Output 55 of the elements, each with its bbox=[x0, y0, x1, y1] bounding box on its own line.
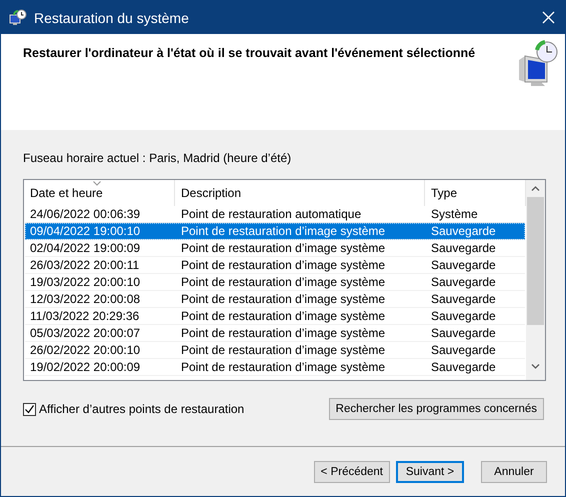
table-cell-text: 05/03/2022 20:00:07 bbox=[29, 325, 142, 341]
checkbox[interactable] bbox=[23, 402, 36, 416]
table-cell-text: Sauvegarde bbox=[430, 240, 497, 256]
scrollbar-thumb[interactable] bbox=[527, 197, 544, 325]
table-cell-text: 24/06/2022 00:06:39 bbox=[29, 206, 142, 222]
table-row[interactable]: 02/04/2022 19:00:09 Point de restauration d’image système Sauvegarde bbox=[25, 240, 525, 257]
table-row[interactable]: 12/03/2022 20:00:08 Point de restauration d’image système Sauvegarde bbox=[25, 291, 525, 308]
timezone-label: Fuseau horaire actuel : Paris, Madrid (heure d’été) bbox=[23, 151, 292, 165]
table-cell-text: 26/02/2022 20:00:10 bbox=[29, 342, 142, 358]
system-restore-icon bbox=[517, 40, 559, 88]
table-cell-text: Sauvegarde bbox=[430, 325, 497, 341]
table-row[interactable]: 11/03/2022 20:29:36 Point de restauration d’image système Sauvegarde bbox=[25, 308, 525, 325]
window-title: Restauration du système bbox=[34, 10, 190, 26]
page-heading: Restaurer l'ordinateur à l'état où il se trouvait avant l'événement sélectionné bbox=[23, 46, 476, 62]
table-cell-text: Point de restauration d’image système bbox=[180, 240, 386, 256]
column-header[interactable]: Date et heure bbox=[24, 180, 175, 206]
table-cell-text: 19/02/2022 20:00:09 bbox=[29, 359, 142, 375]
table-cell-text: Sauvegarde bbox=[430, 223, 497, 239]
table-cell-text: Sauvegarde bbox=[430, 342, 497, 358]
table-cell-text: Point de restauration d’image système bbox=[180, 223, 386, 239]
table-cell-text: 02/04/2022 19:00:09 bbox=[29, 240, 142, 256]
table-cell-text: Point de restauration d’image système bbox=[180, 274, 386, 290]
table-cell-text: Sauvegarde bbox=[430, 291, 497, 307]
table-cell-text: Sauvegarde bbox=[430, 257, 497, 273]
table-row[interactable]: 09/04/2022 19:00:10 Point de restauration d’image système Sauvegarde bbox=[25, 223, 525, 240]
table-cell-text: Point de restauration automatique bbox=[180, 206, 362, 222]
back-button[interactable]: < Précédent bbox=[314, 461, 390, 483]
scrollbar[interactable] bbox=[526, 180, 545, 380]
system-restore-icon bbox=[9, 8, 27, 26]
next-button[interactable]: Suivant > bbox=[396, 461, 464, 483]
sort-descending-icon bbox=[93, 181, 101, 186]
cancel-button[interactable]: Annuler bbox=[481, 461, 547, 483]
table-cell-text: 12/03/2022 20:00:08 bbox=[29, 291, 142, 307]
table-cell-text: Sauvegarde bbox=[430, 308, 497, 324]
table-cell-text: Sauvegarde bbox=[430, 359, 497, 375]
checkbox-label[interactable]: Afficher d’autres points de restauration bbox=[39, 402, 244, 416]
column-header[interactable]: Description bbox=[175, 180, 425, 206]
table-cell-text: Système bbox=[430, 206, 479, 222]
table-cell-text: Point de restauration d’image système bbox=[180, 325, 386, 341]
table-cell-text: 26/03/2022 20:00:11 bbox=[29, 257, 140, 273]
table-row[interactable]: 26/02/2022 20:00:10 Point de restauration d’image système Sauvegarde bbox=[25, 342, 525, 359]
table-row[interactable]: 05/03/2022 20:00:07 Point de restauration d’image système Sauvegarde bbox=[25, 325, 525, 342]
table-cell-text: Point de restauration d’image système bbox=[180, 342, 386, 358]
table-cell-text: Point de restauration d’image système bbox=[180, 291, 386, 307]
table-row[interactable]: 26/03/2022 20:00:11 Point de restauration d’image système Sauvegarde bbox=[25, 257, 525, 274]
table-cell-text: 11/03/2022 20:29:36 bbox=[29, 308, 140, 324]
scan-programs-button[interactable]: Rechercher les programmes concernés bbox=[328, 398, 544, 420]
table-cell-text: Point de restauration d’image système bbox=[180, 359, 386, 375]
table-row[interactable]: 19/02/2022 20:00:09 Point de restauration d’image système Sauvegarde bbox=[25, 359, 525, 376]
table-cell-text: Point de restauration d’image système bbox=[180, 257, 386, 273]
table-cell-text: Sauvegarde bbox=[430, 274, 497, 290]
table-row[interactable]: 19/03/2022 20:00:10 Point de restauration d’image système Sauvegarde bbox=[25, 274, 525, 291]
table-cell-text: Point de restauration d’image système bbox=[180, 308, 386, 324]
table-cell-text: 09/04/2022 19:00:10 bbox=[29, 223, 142, 239]
table-cell-text: 19/03/2022 20:00:10 bbox=[29, 274, 142, 290]
